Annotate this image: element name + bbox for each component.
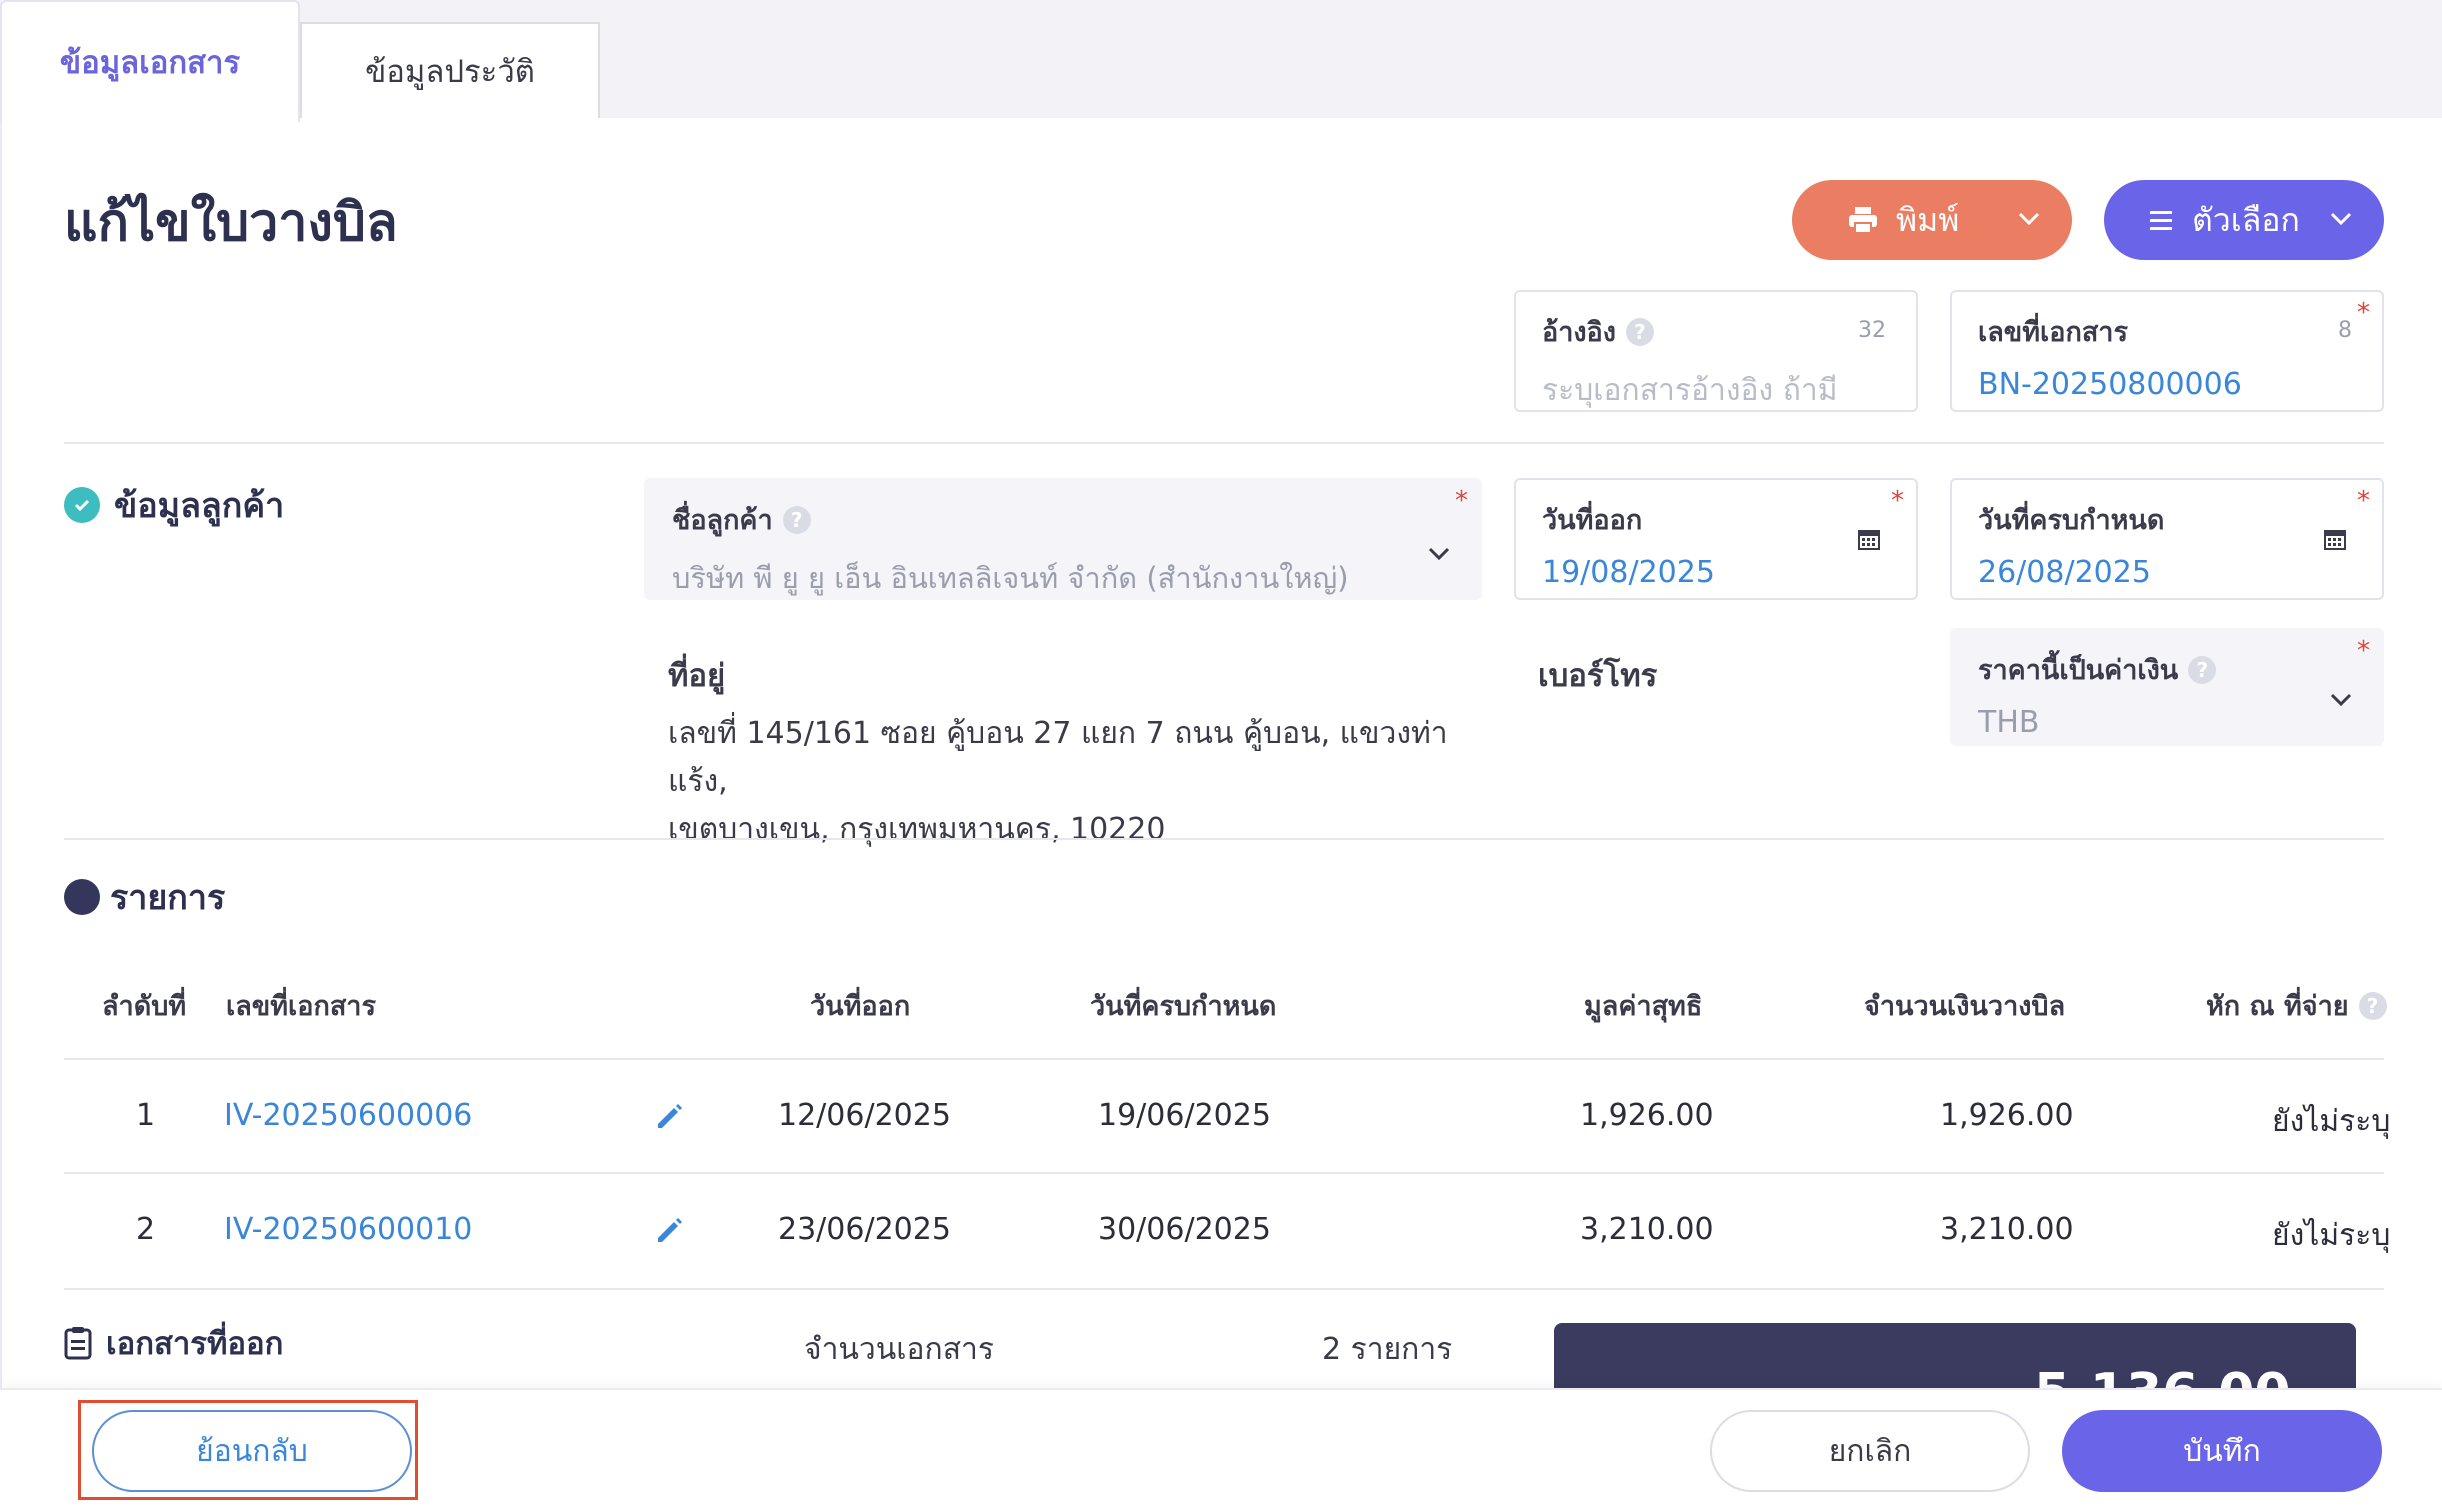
divider	[64, 838, 2384, 840]
row-billing: 3,210.00	[1940, 1212, 2074, 1247]
row-due-date: 30/06/2025	[1098, 1212, 1271, 1247]
phone-label: เบอร์โทร	[1538, 658, 1658, 694]
row-divider	[64, 1172, 2384, 1174]
issue-date-label: วันที่ออก	[1542, 505, 1643, 536]
cancel-button[interactable]: ยกเลิก	[1710, 1410, 2030, 1492]
doc-no-input[interactable]: BN-20250800006	[1978, 367, 2356, 402]
doc-no-label: เลขที่เอกสาร	[1978, 317, 2128, 348]
pencil-icon[interactable]	[654, 1214, 686, 1250]
main-card: แก้ไขใบวางบิล พิมพ์ ตัวเลือก อ้างอิง? ระ…	[0, 118, 2442, 1508]
col-header-no: ลำดับที่	[102, 991, 187, 1022]
currency-label: ราคานี้เป็นค่าเงิน?	[1978, 648, 2356, 691]
required-marker: *	[2357, 486, 2370, 516]
row-billing: 1,926.00	[1940, 1098, 2074, 1133]
chevron-down-icon	[2016, 204, 2042, 242]
col-header-due-date: วันที่ครบกำหนด	[1090, 991, 1277, 1022]
issue-date-field[interactable]: วันที่ออก 19/08/2025 *	[1514, 478, 1918, 600]
col-header-net: มูลค่าสุทธิ	[1584, 991, 1703, 1022]
reference-label: อ้างอิง?	[1542, 310, 1890, 353]
options-button[interactable]: ตัวเลือก	[2104, 180, 2384, 260]
chevron-down-icon	[2328, 204, 2354, 242]
section-dot-icon	[64, 879, 100, 915]
required-marker: *	[2357, 636, 2370, 666]
save-button[interactable]: บันทึก	[2062, 1410, 2382, 1492]
col-header-doc-no: เลขที่เอกสาร	[226, 991, 376, 1022]
row-withholding: ยังไม่ระบุ	[2272, 1104, 2391, 1139]
row-divider	[64, 1288, 2384, 1290]
items-section-title: รายการ	[64, 870, 225, 924]
issued-docs-title: เอกสารที่ออก	[64, 1318, 283, 1368]
address-text: เลขที่ 145/161 ซอย คู้บอน 27 แยก 7 ถนน ค…	[668, 710, 1488, 854]
calendar-icon[interactable]	[2322, 526, 2348, 556]
menu-icon	[2148, 208, 2174, 232]
printer-icon	[1848, 206, 1878, 234]
doc-count-value: 2 รายการ	[1322, 1332, 1453, 1367]
currency-select[interactable]: ราคานี้เป็นค่าเงิน? THB *	[1950, 628, 2384, 746]
row-net: 3,210.00	[1580, 1212, 1714, 1247]
help-icon: ?	[1625, 317, 1654, 346]
row-issue-date: 23/06/2025	[778, 1212, 951, 1247]
row-withholding: ยังไม่ระบุ	[2272, 1218, 2391, 1253]
divider	[64, 442, 2384, 444]
doc-no-field[interactable]: เลขที่เอกสาร BN-20250800006 8 *	[1950, 290, 2384, 412]
customer-name-label: ชื่อลูกค้า?	[672, 498, 1454, 541]
calendar-icon[interactable]	[1856, 526, 1882, 556]
required-marker: *	[1455, 486, 1468, 516]
tab-history[interactable]: ข้อมูลประวัติ	[300, 22, 600, 120]
chevron-down-icon	[1426, 540, 1452, 570]
col-header-issue-date: วันที่ออก	[810, 991, 911, 1022]
customer-section-title: ข้อมูลลูกค้า	[64, 478, 284, 532]
due-date-field[interactable]: วันที่ครบกำหนด 26/08/2025 *	[1950, 478, 2384, 600]
row-issue-date: 12/06/2025	[778, 1098, 951, 1133]
doc-no-counter: 8	[2338, 318, 2352, 343]
customer-name-select[interactable]: ชื่อลูกค้า? บริษัท พี ยู ยู เอ็น อินเทลล…	[644, 478, 1482, 600]
help-icon: ?	[2358, 991, 2387, 1020]
help-icon: ?	[782, 505, 811, 534]
issue-date-input[interactable]: 19/08/2025	[1542, 555, 1890, 590]
options-label: ตัวเลือก	[2192, 200, 2300, 239]
row-doc-link[interactable]: IV-20250600006	[224, 1098, 472, 1133]
print-button[interactable]: พิมพ์	[1792, 180, 2072, 260]
help-icon: ?	[2188, 655, 2217, 684]
row-net: 1,926.00	[1580, 1098, 1714, 1133]
row-due-date: 19/06/2025	[1098, 1098, 1271, 1133]
doc-count-label: จำนวนเอกสาร	[804, 1332, 994, 1367]
reference-field[interactable]: อ้างอิง? ระบุเอกสารอ้างอิง ถ้ามี 32	[1514, 290, 1918, 412]
reference-input[interactable]: ระบุเอกสารอ้างอิง ถ้ามี	[1542, 367, 1890, 414]
col-header-billing: จำนวนเงินวางบิล	[1864, 991, 2066, 1022]
required-marker: *	[2357, 298, 2370, 328]
pencil-icon[interactable]	[654, 1100, 686, 1136]
row-no: 2	[136, 1212, 156, 1247]
clipboard-icon	[64, 1326, 92, 1360]
footer-bar: ย้อนกลับ ยกเลิก บันทึก	[0, 1388, 2442, 1508]
address-line-1: เลขที่ 145/161 ซอย คู้บอน 27 แยก 7 ถนน ค…	[668, 716, 1448, 799]
address-label: ที่อยู่	[668, 658, 726, 694]
due-date-label: วันที่ครบกำหนด	[1978, 505, 2165, 536]
customer-name-value: บริษัท พี ยู ยู เอ็น อินเทลลิเจนท์ จำกัด…	[672, 561, 1349, 595]
print-label: พิมพ์	[1896, 200, 1960, 239]
tab-document-info[interactable]: ข้อมูลเอกสาร	[0, 0, 300, 122]
row-doc-link[interactable]: IV-20250600010	[224, 1212, 472, 1247]
address-line-2: เขตบางเขน, กรุงเทพมหานคร, 10220	[668, 812, 1166, 847]
due-date-input[interactable]: 26/08/2025	[1978, 555, 2356, 590]
page-title: แก้ไขใบวางบิล	[64, 193, 398, 253]
col-header-withholding: หัก ณ ที่จ่าย?	[2206, 984, 2387, 1027]
row-no: 1	[136, 1098, 156, 1133]
back-button[interactable]: ย้อนกลับ	[92, 1410, 412, 1492]
table-divider	[64, 1058, 2384, 1060]
currency-value: THB	[1978, 705, 2040, 740]
check-circle-icon	[64, 487, 100, 523]
tab-bar: ข้อมูลเอกสาร ข้อมูลประวัติ	[0, 0, 2442, 122]
reference-counter: 32	[1858, 318, 1886, 343]
chevron-down-icon	[2328, 686, 2354, 716]
required-marker: *	[1891, 486, 1904, 516]
